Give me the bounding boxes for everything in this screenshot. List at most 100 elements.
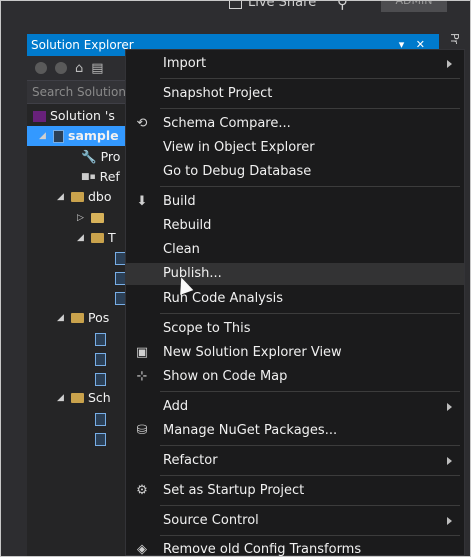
- wrench-icon: 🔧: [81, 149, 97, 164]
- menu-item-label: Import: [163, 56, 207, 71]
- submenu-arrow-icon: [447, 457, 452, 465]
- menu-item-label: Go to Debug Database: [163, 164, 312, 179]
- submenu-arrow-icon: [447, 517, 452, 525]
- submenu-arrow-icon: [447, 60, 452, 68]
- menu-item-label: Schema Compare...: [163, 116, 291, 131]
- tree-item-posts[interactable]: ◢ Pos: [57, 308, 109, 328]
- new-view-icon: ▣: [135, 345, 149, 360]
- person-icon[interactable]: ⚲: [337, 1, 348, 12]
- tree-item-solution[interactable]: Solution 's: [33, 106, 115, 126]
- tree-item-file[interactable]: [95, 429, 110, 449]
- references-icon: ■▪: [81, 172, 96, 182]
- menu-item-label: Show on Code Map: [163, 369, 288, 384]
- menu-item-refactor[interactable]: Refactor: [126, 450, 464, 472]
- menu-item-schema-compare[interactable]: ⟲ Schema Compare...: [126, 113, 464, 135]
- context-menu: Import Snapshot Project ⟲ Schema Compare.…: [125, 49, 465, 556]
- schema-file-icon: [95, 412, 106, 426]
- menu-item-show-on-code-map[interactable]: ⊹ Show on Code Map: [126, 366, 464, 388]
- sql-file-icon: [95, 352, 106, 366]
- menu-item-label: Clean: [163, 242, 200, 257]
- collapse-icon[interactable]: ◢: [39, 126, 49, 146]
- admin-badge[interactable]: ADMIN: [381, 1, 447, 12]
- tree-item-properties[interactable]: 🔧 Pro: [81, 147, 120, 167]
- menu-item-snapshot-project[interactable]: Snapshot Project: [126, 83, 464, 105]
- sql-file-icon: [95, 332, 106, 346]
- menu-item-label: Add: [163, 399, 189, 414]
- menu-separator: [160, 78, 460, 79]
- menu-item-go-to-debug-database[interactable]: Go to Debug Database: [126, 161, 464, 183]
- folder-open-icon: [91, 233, 104, 243]
- panel-title: Solution Explorer: [31, 38, 134, 52]
- menu-item-label: Build: [163, 194, 196, 209]
- menu-item-remove-old-config-transforms[interactable]: ◈ Remove old Config Transforms: [126, 539, 464, 557]
- tree-item-references[interactable]: ■▪ Ref: [81, 167, 120, 187]
- tree-item-file[interactable]: [95, 329, 110, 349]
- menu-item-label: Scope to This: [163, 321, 251, 336]
- solution-icon: [33, 110, 46, 122]
- menu-item-clean[interactable]: Clean: [126, 239, 464, 261]
- collapse-icon[interactable]: ◢: [57, 308, 67, 328]
- menu-item-label: Source Control: [163, 513, 259, 528]
- build-icon: ⬇: [136, 194, 148, 209]
- menu-item-run-code-analysis[interactable]: Run Code Analysis: [126, 288, 464, 310]
- tree-item-label: Pos: [88, 310, 110, 325]
- tree-item-file[interactable]: [95, 409, 110, 429]
- share-icon: [229, 1, 242, 9]
- tree-item-file[interactable]: [95, 349, 110, 369]
- window-frame: Live Share ⚲ ADMIN Pr Solution Explorer …: [0, 0, 471, 557]
- submenu-arrow-icon: [447, 403, 452, 411]
- back-icon[interactable]: [35, 62, 47, 74]
- config-transform-icon: ◈: [137, 542, 147, 557]
- tree-item-label: Sch: [88, 390, 111, 405]
- schema-compare-icon: ⟲: [136, 116, 148, 131]
- menu-item-label: Set as Startup Project: [163, 483, 305, 498]
- title-strip: Live Share ⚲ ADMIN: [1, 1, 470, 34]
- menu-item-label: New Solution Explorer View: [163, 345, 342, 360]
- tree-item-label: sample: [68, 128, 119, 143]
- sql-file-icon: [95, 372, 106, 386]
- menu-item-rebuild[interactable]: Rebuild: [126, 215, 464, 237]
- menu-item-manage-nuget-packages[interactable]: ⛁ Manage NuGet Packages...: [126, 420, 464, 442]
- folder-open-icon: [71, 393, 84, 403]
- nuget-icon: ⛁: [136, 423, 148, 438]
- tree-item-dbo[interactable]: ◢ dbo: [57, 187, 112, 207]
- menu-separator: [160, 391, 460, 392]
- collapse-icon[interactable]: ◢: [57, 187, 67, 207]
- code-map-icon: ⊹: [136, 369, 148, 384]
- menu-item-import[interactable]: Import: [126, 53, 464, 75]
- home-icon[interactable]: ⌂: [75, 61, 83, 76]
- switch-views-icon[interactable]: ▤: [91, 61, 103, 76]
- menu-item-set-as-startup-project[interactable]: ⚙ Set as Startup Project: [126, 480, 464, 502]
- tree-item-label: Solution 's: [50, 108, 115, 123]
- tree-item-schema[interactable]: ◢ Sch: [57, 388, 111, 408]
- tree-item-label: Ref: [99, 169, 120, 184]
- menu-item-source-control[interactable]: Source Control: [126, 510, 464, 532]
- schema-file-icon: [95, 432, 106, 446]
- menu-item-new-solution-explorer-view[interactable]: ▣ New Solution Explorer View: [126, 342, 464, 364]
- menu-item-add[interactable]: Add: [126, 396, 464, 418]
- tree-item-label: Pro: [100, 149, 121, 164]
- menu-item-label: Remove old Config Transforms: [163, 542, 362, 557]
- forward-icon[interactable]: [55, 62, 67, 74]
- menu-item-label: Refactor: [163, 453, 218, 468]
- menu-item-label: Publish...: [163, 266, 222, 281]
- collapse-icon[interactable]: ◢: [57, 388, 67, 408]
- menu-item-label: Manage NuGet Packages...: [163, 423, 338, 438]
- menu-separator: [160, 445, 460, 446]
- menu-separator: [160, 535, 460, 536]
- menu-item-view-in-object-explorer[interactable]: View in Object Explorer: [126, 137, 464, 159]
- tree-item-tables[interactable]: ◢ T: [77, 228, 116, 248]
- menu-separator: [160, 505, 460, 506]
- menu-separator: [160, 313, 460, 314]
- menu-item-build[interactable]: ⬇ Build: [126, 191, 464, 213]
- expand-icon[interactable]: ▷: [77, 208, 87, 228]
- folder-open-icon: [71, 192, 84, 202]
- tree-item-label: dbo: [88, 189, 112, 204]
- tree-item-folder[interactable]: ▷: [77, 208, 108, 228]
- tree-item-file[interactable]: [95, 369, 110, 389]
- live-share-button[interactable]: Live Share: [229, 0, 317, 10]
- project-icon: [53, 129, 64, 143]
- collapse-icon[interactable]: ◢: [77, 228, 87, 248]
- menu-item-scope-to-this[interactable]: Scope to This: [126, 318, 464, 340]
- live-share-label: Live Share: [248, 0, 317, 10]
